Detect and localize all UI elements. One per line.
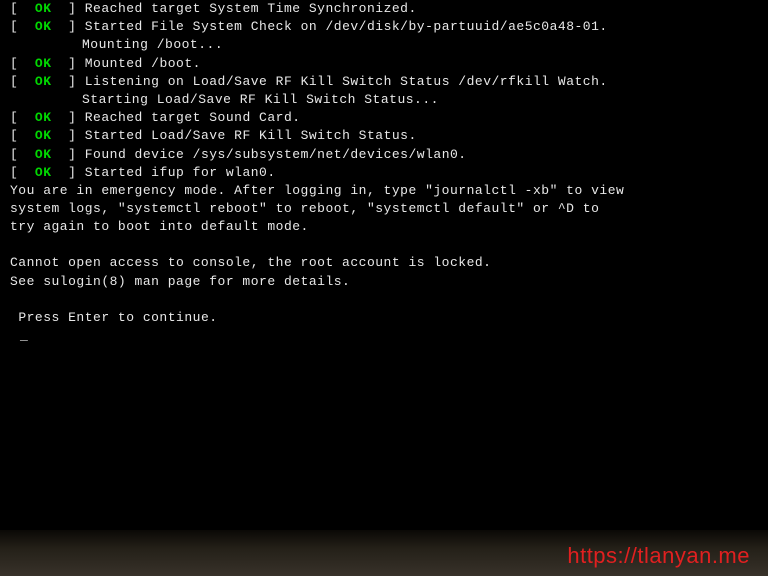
boot-status-line: [ OK ] Started File System Check on /dev…	[10, 18, 758, 36]
bracket-close: ]	[52, 56, 85, 71]
bracket-open: [	[10, 165, 35, 180]
boot-message: Started ifup for wlan0.	[85, 165, 276, 180]
boot-status-line: [ OK ] Listening on Load/Save RF Kill Sw…	[10, 73, 758, 91]
ok-status: OK	[35, 56, 52, 71]
boot-output: [ OK ] Reached target System Time Synchr…	[10, 0, 758, 182]
blank-line	[10, 291, 758, 309]
bracket-open: [	[10, 19, 35, 34]
bracket-open: [	[10, 128, 35, 143]
ok-status: OK	[35, 19, 52, 34]
ok-status: OK	[35, 128, 52, 143]
bracket-open: [	[10, 110, 35, 125]
ok-status: OK	[35, 147, 52, 162]
boot-message: Found device /sys/subsystem/net/devices/…	[85, 147, 467, 162]
bracket-close: ]	[52, 1, 85, 16]
boot-message: Started File System Check on /dev/disk/b…	[85, 19, 608, 34]
bracket-close: ]	[52, 110, 85, 125]
boot-message: Started Load/Save RF Kill Switch Status.	[85, 128, 417, 143]
ok-status: OK	[35, 165, 52, 180]
boot-message: Reached target System Time Synchronized.	[85, 1, 417, 16]
watermark-url: https://tlanyan.me	[567, 541, 750, 572]
terminal-screen: [ OK ] Reached target System Time Synchr…	[0, 0, 768, 530]
boot-status-line: [ OK ] Reached target System Time Synchr…	[10, 0, 758, 18]
boot-message: Mounted /boot.	[85, 56, 201, 71]
bracket-open: [	[10, 1, 35, 16]
bracket-open: [	[10, 74, 35, 89]
bracket-close: ]	[52, 165, 85, 180]
emergency-mode-message: You are in emergency mode. After logging…	[10, 182, 758, 237]
bracket-open: [	[10, 56, 35, 71]
bracket-close: ]	[52, 128, 85, 143]
blank-line	[10, 236, 758, 254]
console-lock-error: Cannot open access to console, the root …	[10, 254, 758, 290]
press-enter-prompt[interactable]: Press Enter to continue.	[10, 309, 758, 327]
bracket-close: ]	[52, 74, 85, 89]
cursor: _	[10, 327, 758, 345]
bracket-close: ]	[52, 147, 85, 162]
ok-status: OK	[35, 110, 52, 125]
boot-status-line: [ OK ] Mounted /boot.	[10, 55, 758, 73]
boot-message: Listening on Load/Save RF Kill Switch St…	[85, 74, 608, 89]
boot-status-line: [ OK ] Started Load/Save RF Kill Switch …	[10, 127, 758, 145]
boot-action-line: Mounting /boot...	[10, 36, 758, 54]
bracket-close: ]	[52, 19, 85, 34]
boot-status-line: [ OK ] Started ifup for wlan0.	[10, 164, 758, 182]
boot-message: Reached target Sound Card.	[85, 110, 301, 125]
boot-action-line: Starting Load/Save RF Kill Switch Status…	[10, 91, 758, 109]
bracket-open: [	[10, 147, 35, 162]
boot-status-line: [ OK ] Reached target Sound Card.	[10, 109, 758, 127]
ok-status: OK	[35, 1, 52, 16]
boot-status-line: [ OK ] Found device /sys/subsystem/net/d…	[10, 146, 758, 164]
ok-status: OK	[35, 74, 52, 89]
